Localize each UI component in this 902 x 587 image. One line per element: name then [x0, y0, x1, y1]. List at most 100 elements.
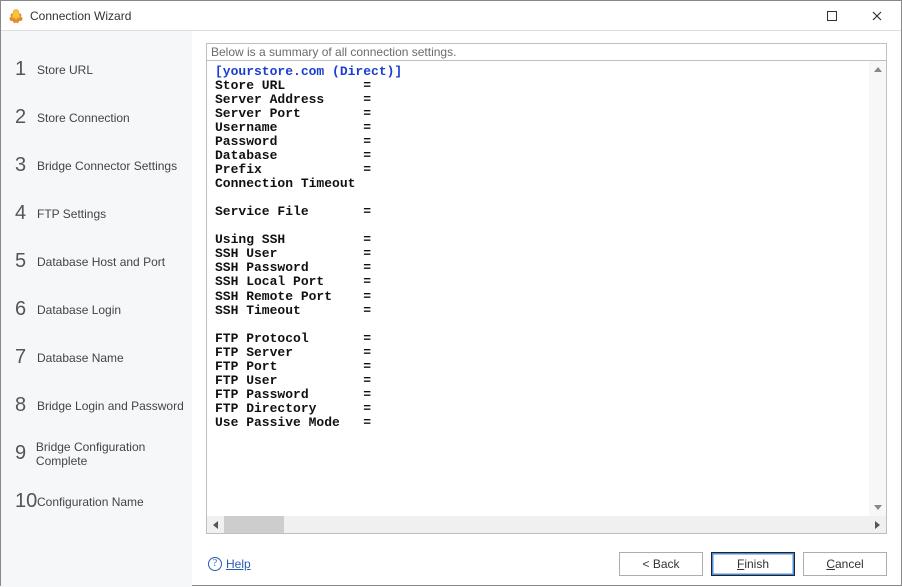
summary-row: FTP Port =	[215, 360, 878, 374]
wizard-step[interactable]: 9Bridge Configuration Complete	[1, 429, 192, 477]
back-button[interactable]: < Back	[619, 552, 703, 576]
summary-row: SSH Remote Port =	[215, 290, 878, 304]
summary-box: [yourstore.com (Direct)]Store URL = Serv…	[206, 61, 887, 534]
summary-key: SSH Remote Port =	[215, 290, 379, 304]
summary-row: FTP Server =	[215, 346, 878, 360]
step-label: Bridge Login and Password	[37, 397, 184, 413]
summary-row: Use Passive Mode =	[215, 416, 878, 430]
summary-row: Server Port =	[215, 107, 878, 121]
step-label: Store URL	[37, 61, 93, 77]
step-number: 2	[15, 106, 37, 129]
horizontal-scrollbar[interactable]	[207, 516, 886, 533]
step-label: Bridge Configuration Complete	[36, 438, 192, 468]
scroll-track[interactable]	[224, 516, 869, 533]
summary-value	[379, 332, 410, 346]
summary-value	[379, 290, 402, 304]
step-number: 10	[15, 490, 37, 513]
step-number: 3	[15, 154, 37, 177]
summary-row: Store URL =	[215, 79, 878, 93]
summary-value	[379, 121, 434, 135]
summary-key: FTP Password =	[215, 388, 379, 402]
wizard-step[interactable]: 10Configuration Name	[1, 477, 192, 525]
content-pane: Below is a summary of all connection set…	[192, 31, 901, 587]
step-number: 9	[15, 442, 36, 465]
wizard-step[interactable]: 3Bridge Connector Settings	[1, 141, 192, 189]
summary-key: FTP User =	[215, 374, 379, 388]
maximize-button[interactable]	[809, 1, 854, 30]
step-label: FTP Settings	[37, 205, 106, 221]
summary-row: FTP User =	[215, 374, 878, 388]
scroll-up-arrow[interactable]	[869, 61, 886, 78]
wizard-step[interactable]: 4FTP Settings	[1, 189, 192, 237]
wizard-step[interactable]: 8Bridge Login and Password	[1, 381, 192, 429]
wizard-step[interactable]: 2Store Connection	[1, 93, 192, 141]
summary-key: FTP Protocol =	[215, 332, 379, 346]
step-label: Database Name	[37, 349, 124, 365]
summary-value	[379, 205, 551, 219]
summary-section-header: [yourstore.com (Direct)]	[215, 65, 878, 79]
summary-row: Service File =	[215, 205, 878, 219]
summary-caption: Below is a summary of all connection set…	[206, 43, 887, 61]
wizard-step[interactable]: 7Database Name	[1, 333, 192, 381]
summary-key: Store URL =	[215, 79, 379, 93]
help-link[interactable]: ? Help	[208, 557, 251, 571]
wizard-step[interactable]: 6Database Login	[1, 285, 192, 333]
scroll-right-arrow[interactable]	[869, 516, 886, 533]
summary-row	[215, 191, 878, 205]
summary-text[interactable]: [yourstore.com (Direct)]Store URL = Serv…	[207, 61, 886, 516]
step-label: Database Host and Port	[37, 253, 165, 269]
summary-value	[379, 107, 418, 121]
step-label: Database Login	[37, 301, 121, 317]
scroll-down-arrow[interactable]	[869, 499, 886, 516]
step-number: 1	[15, 58, 37, 81]
summary-row: Connection Timeout	[215, 177, 878, 191]
close-button[interactable]	[854, 1, 899, 30]
finish-button[interactable]: Finish	[711, 552, 795, 576]
summary-key: Using SSH =	[215, 233, 379, 247]
summary-row: Password =	[215, 135, 878, 149]
summary-value	[379, 374, 434, 388]
summary-key: SSH Local Port =	[215, 275, 379, 289]
summary-key: Use Passive Mode =	[215, 416, 379, 430]
summary-key: FTP Server =	[215, 346, 379, 360]
wizard-step[interactable]: 5Database Host and Port	[1, 237, 192, 285]
summary-row	[215, 318, 878, 332]
summary-value	[379, 79, 574, 93]
summary-value	[379, 177, 441, 191]
cancel-button[interactable]: Cancel	[803, 552, 887, 576]
summary-row: Prefix =	[215, 163, 878, 177]
summary-value	[379, 346, 512, 360]
summary-key: Service File =	[215, 205, 379, 219]
step-label: Configuration Name	[37, 493, 144, 509]
scroll-left-arrow[interactable]	[207, 516, 224, 533]
vertical-scrollbar[interactable]	[869, 61, 886, 516]
summary-value	[379, 135, 434, 149]
summary-key: Connection Timeout	[215, 177, 379, 191]
summary-row: FTP Directory =	[215, 402, 878, 416]
summary-key: FTP Directory =	[215, 402, 379, 416]
summary-value	[379, 261, 457, 275]
step-label: Bridge Connector Settings	[37, 157, 177, 173]
help-label: Help	[226, 557, 251, 571]
summary-key: Username =	[215, 121, 379, 135]
step-number: 4	[15, 202, 37, 225]
footer: ? Help < Back Finish Cancel	[206, 534, 887, 579]
summary-value	[379, 388, 434, 402]
wizard-step[interactable]: 1Store URL	[1, 45, 192, 93]
summary-key: Password =	[215, 135, 379, 149]
help-icon: ?	[208, 557, 222, 571]
summary-key: SSH Timeout =	[215, 304, 379, 318]
summary-row: Using SSH =	[215, 233, 878, 247]
summary-row: SSH Local Port =	[215, 275, 878, 289]
summary-key: FTP Port =	[215, 360, 379, 374]
window-title: Connection Wizard	[30, 9, 809, 23]
summary-row: Username =	[215, 121, 878, 135]
summary-value	[379, 275, 410, 289]
wizard-steps-sidebar: 1Store URL2Store Connection3Bridge Conne…	[1, 31, 192, 587]
title-bar: Connection Wizard	[1, 1, 901, 31]
summary-row	[215, 219, 878, 233]
summary-value	[379, 149, 582, 163]
summary-row: SSH Timeout =	[215, 304, 878, 318]
scroll-thumb[interactable]	[224, 516, 284, 533]
summary-value	[379, 93, 527, 107]
